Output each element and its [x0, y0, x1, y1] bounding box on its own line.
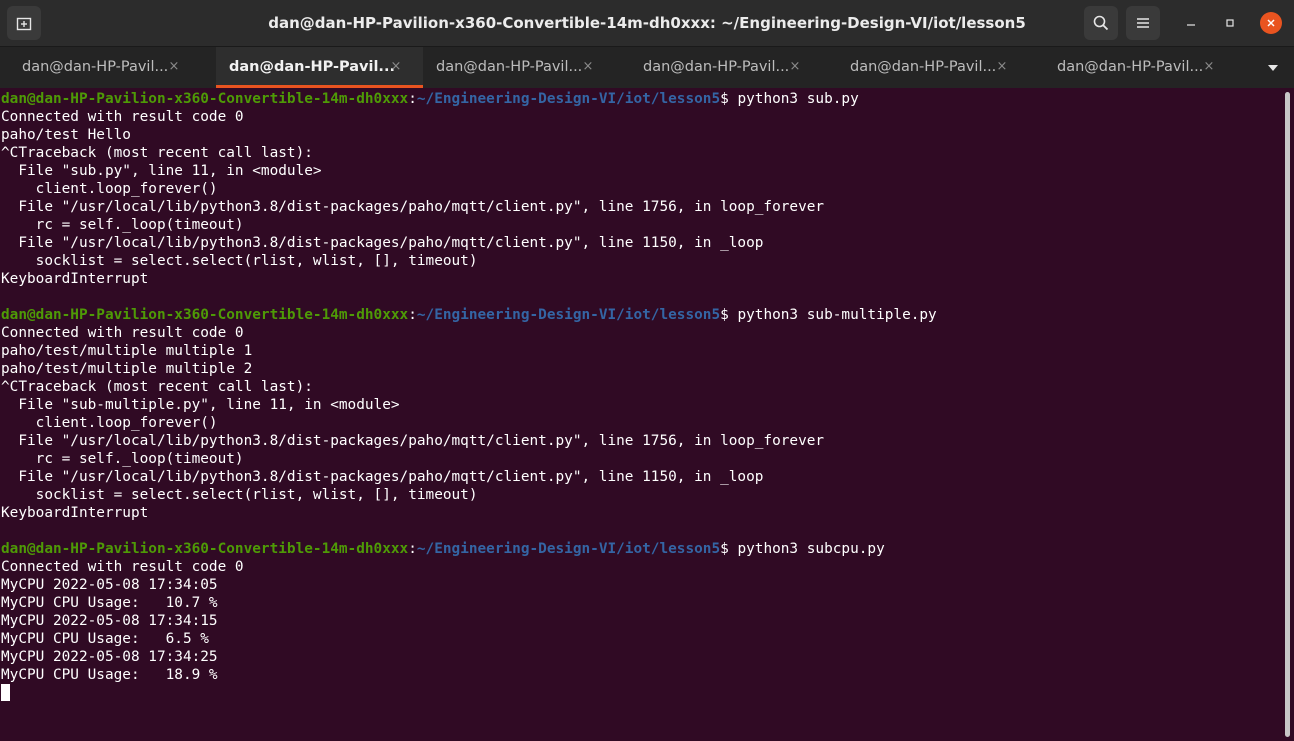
output-line: client.loop_forever(): [1, 415, 218, 431]
terminal-tab-active[interactable]: dan@dan-HP-Pavil... ×: [216, 47, 423, 88]
prompt-symbol: $: [720, 307, 738, 323]
tab-list-dropdown[interactable]: [1264, 59, 1282, 77]
prompt-separator: :: [408, 307, 417, 323]
tab-label: dan@dan-HP-Pavil...: [436, 59, 583, 75]
window-titlebar: dan@dan-HP-Pavilion-x360-Convertible-14m…: [0, 0, 1294, 46]
output-line: Connected with result code 0: [1, 109, 244, 125]
output-line: Connected with result code 0: [1, 559, 244, 575]
terminal-tab[interactable]: dan@dan-HP-Pavil... ×: [414, 47, 621, 88]
tab-label: dan@dan-HP-Pavil...: [850, 59, 997, 75]
chevron-down-icon: [1268, 65, 1278, 71]
output-line: KeyboardInterrupt: [1, 505, 149, 521]
maximize-icon: [1226, 19, 1234, 27]
tab-label: dan@dan-HP-Pavil...: [643, 59, 790, 75]
terminal-tab[interactable]: dan@dan-HP-Pavil... ×: [621, 47, 828, 88]
tab-close-icon[interactable]: ×: [388, 58, 404, 74]
output-line: paho/test Hello: [1, 127, 131, 143]
maximize-button[interactable]: [1219, 12, 1241, 34]
output-line: File "/usr/local/lib/python3.8/dist-pack…: [1, 199, 825, 215]
scrollbar-thumb[interactable]: [1285, 92, 1290, 737]
menu-button[interactable]: [1126, 6, 1160, 40]
output-line: File "sub.py", line 11, in <module>: [1, 163, 322, 179]
text-cursor: [1, 684, 10, 701]
output-line: Connected with result code 0: [1, 325, 244, 341]
new-tab-button[interactable]: [7, 6, 41, 40]
output-line: KeyboardInterrupt: [1, 271, 149, 287]
tab-label: dan@dan-HP-Pavil...: [229, 59, 395, 75]
command-text: python3 sub.py: [737, 91, 859, 107]
tab-close-icon[interactable]: ×: [787, 58, 803, 74]
output-line: MyCPU 2022-05-08 17:34:25: [1, 649, 218, 665]
output-line: MyCPU CPU Usage: 18.9 %: [1, 667, 218, 683]
output-line: File "sub-multiple.py", line 11, in <mod…: [1, 397, 400, 413]
minimize-button[interactable]: [1180, 12, 1202, 34]
tab-close-icon[interactable]: ×: [580, 58, 596, 74]
scrollbar[interactable]: [1283, 88, 1294, 741]
command-text: python3 sub-multiple.py: [737, 307, 937, 323]
prompt-symbol: $: [720, 541, 738, 557]
prompt-separator: :: [408, 91, 417, 107]
prompt-separator: :: [408, 541, 417, 557]
command-text: python3 subcpu.py: [737, 541, 885, 557]
output-line: MyCPU 2022-05-08 17:34:05: [1, 577, 218, 593]
output-line: paho/test/multiple multiple 2: [1, 361, 253, 377]
output-line: paho/test/multiple multiple 1: [1, 343, 253, 359]
output-line: MyCPU 2022-05-08 17:34:15: [1, 613, 218, 629]
minimize-icon: [1187, 24, 1195, 26]
output-line: File "/usr/local/lib/python3.8/dist-pack…: [1, 433, 825, 449]
output-line: ^CTraceback (most recent call last):: [1, 379, 313, 395]
output-line: socklist = select.select(rlist, wlist, […: [1, 253, 478, 269]
tab-label: dan@dan-HP-Pavil...: [1057, 59, 1204, 75]
tab-close-icon[interactable]: ×: [994, 58, 1010, 74]
tab-label: dan@dan-HP-Pavil...: [22, 59, 169, 75]
output-line: client.loop_forever(): [1, 181, 218, 197]
prompt-user: dan@dan-HP-Pavilion-x360-Convertible-14m…: [1, 91, 409, 107]
tab-close-icon[interactable]: ×: [1201, 58, 1217, 74]
output-line: rc = self._loop(timeout): [1, 217, 244, 233]
terminal-tab[interactable]: dan@dan-HP-Pavil... ×: [0, 47, 207, 88]
prompt-path: ~/Engineering-Design-VI/iot/lesson5: [416, 91, 721, 107]
prompt-line: dan@dan-HP-Pavilion-x360-Convertible-14m…: [1, 540, 885, 558]
output-line: socklist = select.select(rlist, wlist, […: [1, 487, 478, 503]
output-line: MyCPU CPU Usage: 6.5 %: [1, 631, 209, 647]
search-icon: [1093, 15, 1109, 31]
prompt-user: dan@dan-HP-Pavilion-x360-Convertible-14m…: [1, 307, 409, 323]
output-line: File "/usr/local/lib/python3.8/dist-pack…: [1, 235, 764, 251]
prompt-user: dan@dan-HP-Pavilion-x360-Convertible-14m…: [1, 541, 409, 557]
output-line: ^CTraceback (most recent call last):: [1, 145, 313, 161]
new-tab-icon: [16, 17, 32, 31]
close-window-button[interactable]: [1260, 12, 1282, 34]
prompt-path: ~/Engineering-Design-VI/iot/lesson5: [416, 541, 721, 557]
tab-bar: dan@dan-HP-Pavil... × dan@dan-HP-Pavil..…: [0, 46, 1294, 88]
prompt-symbol: $: [720, 91, 738, 107]
terminal-tab[interactable]: dan@dan-HP-Pavil... ×: [1035, 47, 1242, 88]
tab-close-icon[interactable]: ×: [166, 58, 182, 74]
prompt-path: ~/Engineering-Design-VI/iot/lesson5: [416, 307, 721, 323]
hamburger-menu-icon: [1137, 18, 1149, 28]
prompt-line: dan@dan-HP-Pavilion-x360-Convertible-14m…: [1, 90, 859, 108]
output-line: File "/usr/local/lib/python3.8/dist-pack…: [1, 469, 764, 485]
output-line: rc = self._loop(timeout): [1, 451, 244, 467]
search-button[interactable]: [1084, 6, 1118, 40]
output-line: MyCPU CPU Usage: 10.7 %: [1, 595, 218, 611]
terminal-tab[interactable]: dan@dan-HP-Pavil... ×: [828, 47, 1035, 88]
prompt-line: dan@dan-HP-Pavilion-x360-Convertible-14m…: [1, 306, 937, 324]
terminal-output[interactable]: dan@dan-HP-Pavilion-x360-Convertible-14m…: [0, 88, 1283, 741]
close-icon: [1267, 19, 1275, 27]
